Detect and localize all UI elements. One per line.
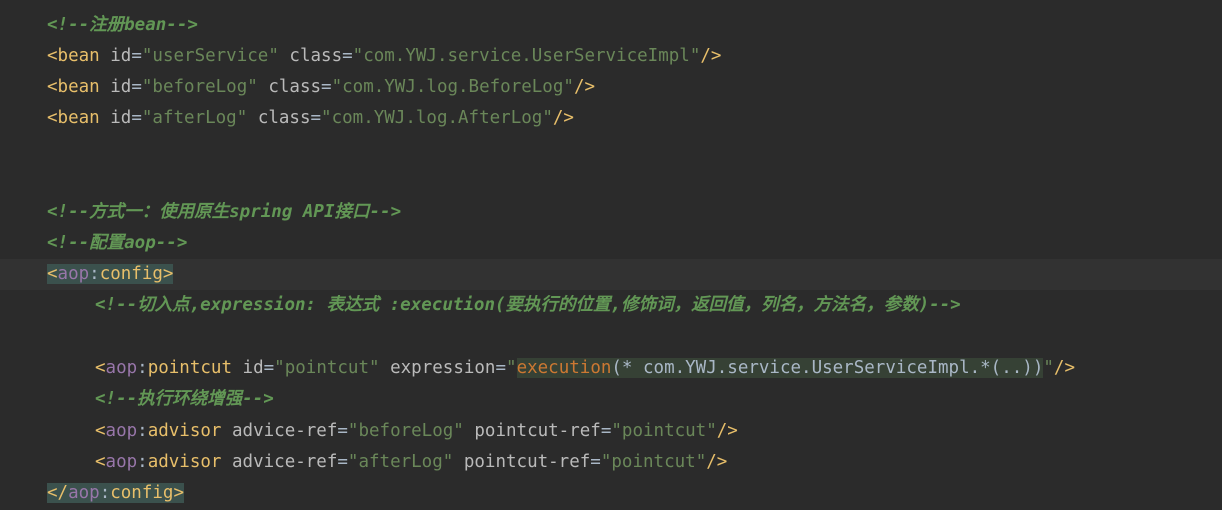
tag-namespace: aop bbox=[105, 421, 138, 441]
tag-name: pointcut bbox=[147, 358, 232, 378]
tag-namespace: aop bbox=[57, 264, 90, 284]
tag-open-bracket: < bbox=[95, 358, 106, 378]
attribute-name: class bbox=[268, 77, 322, 97]
tag-name: advisor bbox=[147, 421, 222, 441]
tag-name: bean bbox=[57, 77, 100, 97]
attribute-name: pointcut-ref bbox=[463, 452, 591, 472]
xml-comment: <!--切入点,expression: 表达式 :execution(要执行的位… bbox=[95, 295, 961, 315]
attribute-name: id bbox=[242, 358, 264, 378]
xml-comment: <!--注册bean--> bbox=[47, 15, 198, 35]
tag-namespace: aop bbox=[68, 483, 100, 503]
tag-open-bracket: < bbox=[95, 421, 106, 441]
tag-name: bean bbox=[57, 108, 100, 128]
code-line[interactable]: <bean id="beforeLog" class="com.YWJ.log.… bbox=[0, 72, 1222, 103]
xml-comment: <!--配置aop--> bbox=[47, 233, 188, 253]
attribute-value: beforeLog bbox=[152, 77, 248, 97]
code-line[interactable]: </aop:config> bbox=[0, 478, 1222, 509]
code-line[interactable]: <aop:advisor advice-ref="afterLog" point… bbox=[0, 447, 1222, 478]
attribute-value: pointcut bbox=[621, 421, 707, 441]
attribute-name: id bbox=[110, 77, 132, 97]
tag-name: bean bbox=[57, 46, 100, 66]
attribute-value: afterLog bbox=[152, 108, 237, 128]
attribute-value: userService bbox=[152, 46, 269, 66]
attribute-name: id bbox=[110, 108, 132, 128]
attribute-name: class bbox=[257, 108, 311, 128]
tag-self-close: /> bbox=[716, 421, 738, 441]
code-line[interactable]: <!--切入点,expression: 表达式 :execution(要执行的位… bbox=[0, 290, 1222, 321]
tag-self-close: /> bbox=[700, 46, 722, 66]
code-line[interactable]: <!--方式一：使用原生spring API接口--> bbox=[0, 197, 1222, 228]
code-line-current[interactable]: <aop:config> bbox=[0, 259, 1222, 290]
tag-namespace: aop bbox=[105, 358, 138, 378]
code-line[interactable]: <aop:advisor advice-ref="beforeLog" poin… bbox=[0, 416, 1222, 447]
tag-open-bracket: < bbox=[47, 46, 58, 66]
tag-namespace: aop bbox=[105, 452, 138, 472]
attribute-value: pointcut bbox=[611, 452, 696, 472]
expression-body: (* com.YWJ.service.UserServiceImpl.*(..)… bbox=[611, 358, 1044, 378]
attribute-name: advice-ref bbox=[232, 452, 338, 472]
attribute-value: pointcut bbox=[284, 358, 370, 378]
tag-name: advisor bbox=[147, 452, 222, 472]
attribute-value: com.YWJ.log.BeforeLog bbox=[342, 77, 564, 97]
code-line[interactable]: <!--注册bean--> bbox=[0, 10, 1222, 41]
tag-name: config bbox=[99, 264, 163, 284]
xml-comment: <!--方式一：使用原生spring API接口--> bbox=[47, 202, 402, 222]
attribute-value: com.YWJ.log.AfterLog bbox=[331, 108, 543, 128]
attribute-value: com.YWJ.service.UserServiceImpl bbox=[363, 46, 690, 66]
code-line[interactable]: <!--配置aop--> bbox=[0, 228, 1222, 259]
attribute-name: pointcut-ref bbox=[474, 421, 601, 441]
expression-keyword: execution bbox=[516, 358, 612, 378]
code-line[interactable]: <!--执行环绕增强--> bbox=[0, 384, 1222, 415]
attribute-name: class bbox=[289, 46, 343, 66]
tag-self-close: /> bbox=[573, 77, 596, 97]
attribute-name: advice-ref bbox=[232, 421, 338, 441]
attribute-value: afterLog bbox=[358, 452, 443, 472]
xml-comment: <!--执行环绕增强--> bbox=[95, 389, 274, 409]
tag-open-bracket: < bbox=[47, 264, 58, 284]
attribute-value: beforeLog bbox=[358, 421, 454, 441]
tag-close-bracket: > bbox=[162, 264, 174, 284]
code-editor[interactable]: <!--注册bean--> <bean id="userService" cla… bbox=[0, 0, 1222, 510]
tag-self-close: /> bbox=[1053, 358, 1075, 378]
attribute-name: expression bbox=[390, 358, 496, 378]
code-line[interactable]: <bean id="userService" class="com.YWJ.se… bbox=[0, 41, 1222, 72]
tag-open-bracket: < bbox=[95, 452, 106, 472]
attribute-name: id bbox=[110, 46, 132, 66]
code-line[interactable]: <bean id="afterLog" class="com.YWJ.log.A… bbox=[0, 103, 1222, 134]
code-line[interactable]: <aop:pointcut id="pointcut" expression="… bbox=[0, 353, 1222, 384]
tag-open-bracket: </ bbox=[47, 483, 69, 503]
tag-close-bracket: > bbox=[173, 483, 184, 503]
tag-open-bracket: < bbox=[47, 77, 58, 97]
tag-name: config bbox=[110, 483, 174, 503]
tag-self-close: /> bbox=[706, 452, 728, 472]
tag-self-close: /> bbox=[552, 108, 574, 128]
tag-open-bracket: < bbox=[47, 108, 58, 128]
